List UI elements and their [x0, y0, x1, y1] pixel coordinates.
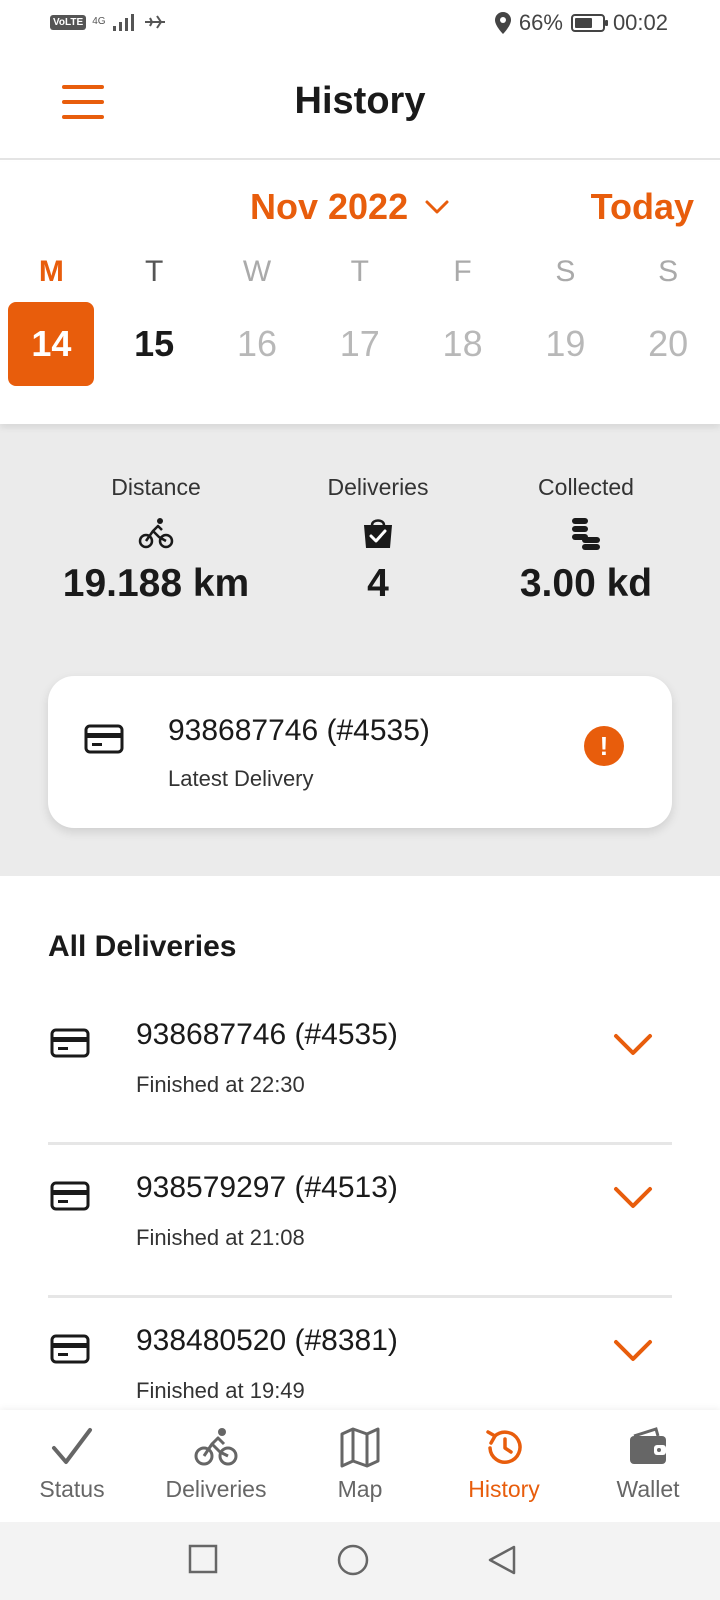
stat-label: Distance [111, 474, 201, 500]
week-calendar: Nov 2022 Today M 14 T 15 W 16 T 17 F 18 … [0, 162, 720, 424]
date-number: 18 [442, 323, 483, 364]
bicycle-icon [138, 518, 174, 549]
credit-card-icon [84, 724, 124, 754]
status-bar: VoLTE 4G 66% 00:02 [0, 0, 720, 50]
history-icon [486, 1430, 522, 1464]
nav-deliveries[interactable]: Deliveries [144, 1410, 288, 1522]
day-friday[interactable]: F 18 [411, 252, 514, 386]
day-saturday[interactable]: S 19 [514, 252, 617, 386]
recent-apps-button[interactable] [188, 1544, 218, 1574]
checkmark-icon [52, 1428, 92, 1464]
system-navigation-bar [0, 1522, 720, 1600]
wallet-icon [630, 1427, 666, 1464]
airplane-mode-icon [144, 15, 165, 29]
date-number: 15 [134, 323, 175, 364]
month-label: Nov 2022 [250, 186, 409, 227]
battery-fill [574, 18, 593, 28]
weekday-label: W [242, 255, 272, 288]
credit-card-icon [50, 1181, 90, 1211]
app-header: History [0, 50, 720, 160]
section-title: All Deliveries [48, 930, 237, 963]
weekday-label: S [555, 255, 576, 288]
day-strip: M 14 T 15 W 16 T 17 F 18 S 19 S 20 [0, 252, 720, 386]
nav-history[interactable]: History [432, 1410, 576, 1522]
shopping-bag-icon [364, 519, 392, 548]
nav-label: History [468, 1476, 540, 1502]
volte-badge: VoLTE [50, 14, 87, 30]
date-number: 19 [545, 323, 586, 364]
network-type: 4G [92, 16, 106, 27]
date-number: 14 [8, 302, 95, 386]
delivery-id: 938579297 (#4513) [136, 1171, 398, 1204]
stat-distance: Distance 19.188 km [46, 474, 266, 606]
stat-label: Deliveries [327, 474, 429, 500]
date-number: 16 [236, 323, 277, 364]
day-wednesday[interactable]: W 16 [206, 252, 309, 386]
delivery-status: Finished at 22:30 [136, 1072, 305, 1097]
chevron-down-icon[interactable] [612, 1185, 654, 1211]
stat-value: 19.188 km [62, 562, 250, 605]
today-button[interactable]: Today [591, 186, 694, 228]
back-button[interactable] [486, 1544, 518, 1576]
weekday-label: M [38, 255, 64, 288]
nav-wallet[interactable]: Wallet [576, 1410, 720, 1522]
stat-value: 3.00 kd [519, 562, 653, 605]
chevron-down-icon [425, 200, 449, 214]
delivery-id: 938687746 (#4535) [136, 1018, 398, 1051]
delivery-row[interactable]: 938687746 (#4535) Finished at 22:30 [48, 992, 672, 1145]
stat-collected: Collected 3.00 kd [476, 474, 696, 606]
delivery-status: Finished at 21:08 [136, 1225, 305, 1250]
nav-label: Status [39, 1476, 105, 1502]
nav-label: Map [337, 1476, 383, 1502]
stat-label: Collected [538, 474, 634, 500]
day-monday[interactable]: M 14 [0, 252, 103, 386]
stat-deliveries: Deliveries 4 [268, 474, 488, 606]
signal-icon [112, 14, 134, 31]
day-thursday[interactable]: T 17 [308, 252, 411, 386]
weekday-label: S [658, 255, 679, 288]
alert-icon[interactable]: ! [584, 726, 624, 766]
bicycle-icon [194, 1428, 238, 1466]
nav-status[interactable]: Status [0, 1410, 144, 1522]
bottom-navigation: Status Deliveries Map History Wallet [0, 1410, 720, 1522]
page-title: History [294, 80, 426, 122]
credit-card-icon [50, 1028, 90, 1058]
home-button[interactable] [337, 1544, 369, 1576]
status-left: VoLTE 4G [50, 12, 166, 32]
delivery-row[interactable]: 938480520 (#8381) Finished at 19:49 [48, 1298, 672, 1409]
delivery-row[interactable]: 938579297 (#4513) Finished at 21:08 [48, 1145, 672, 1298]
date-number: 20 [648, 323, 689, 364]
weekday-label: T [145, 255, 164, 288]
delivery-id: 938480520 (#8381) [136, 1324, 398, 1357]
chevron-down-icon[interactable] [612, 1032, 654, 1058]
status-right: 66% 00:02 [494, 10, 668, 36]
nav-map[interactable]: Map [288, 1410, 432, 1522]
battery-icon [570, 14, 608, 32]
latest-delivery-label: Latest Delivery [168, 766, 314, 791]
coins-icon [572, 518, 600, 550]
credit-card-icon [50, 1334, 90, 1364]
latest-delivery-id: 938687746 (#4535) [168, 714, 430, 747]
chevron-down-icon[interactable] [612, 1338, 654, 1364]
day-sunday[interactable]: S 20 [617, 252, 720, 386]
clock: 00:02 [612, 10, 668, 35]
battery-percent: 66% [518, 10, 563, 35]
month-selector[interactable]: Nov 2022 [250, 186, 450, 228]
latest-delivery-card[interactable]: 938687746 (#4535) Latest Delivery ! [48, 676, 672, 828]
weekday-label: F [453, 255, 472, 288]
map-icon [340, 1427, 380, 1468]
deliveries-list: 938687746 (#4535) Finished at 22:30 9385… [48, 992, 672, 1409]
delivery-status: Finished at 19:49 [136, 1378, 305, 1403]
location-icon [494, 12, 511, 34]
stat-value: 4 [367, 562, 389, 605]
nav-label: Wallet [616, 1476, 680, 1502]
stats-section: Distance 19.188 km Deliveries 4 Collecte… [0, 424, 720, 876]
weekday-label: T [350, 255, 369, 288]
day-tuesday[interactable]: T 15 [103, 252, 206, 386]
nav-label: Deliveries [165, 1476, 267, 1502]
date-number: 17 [339, 323, 380, 364]
